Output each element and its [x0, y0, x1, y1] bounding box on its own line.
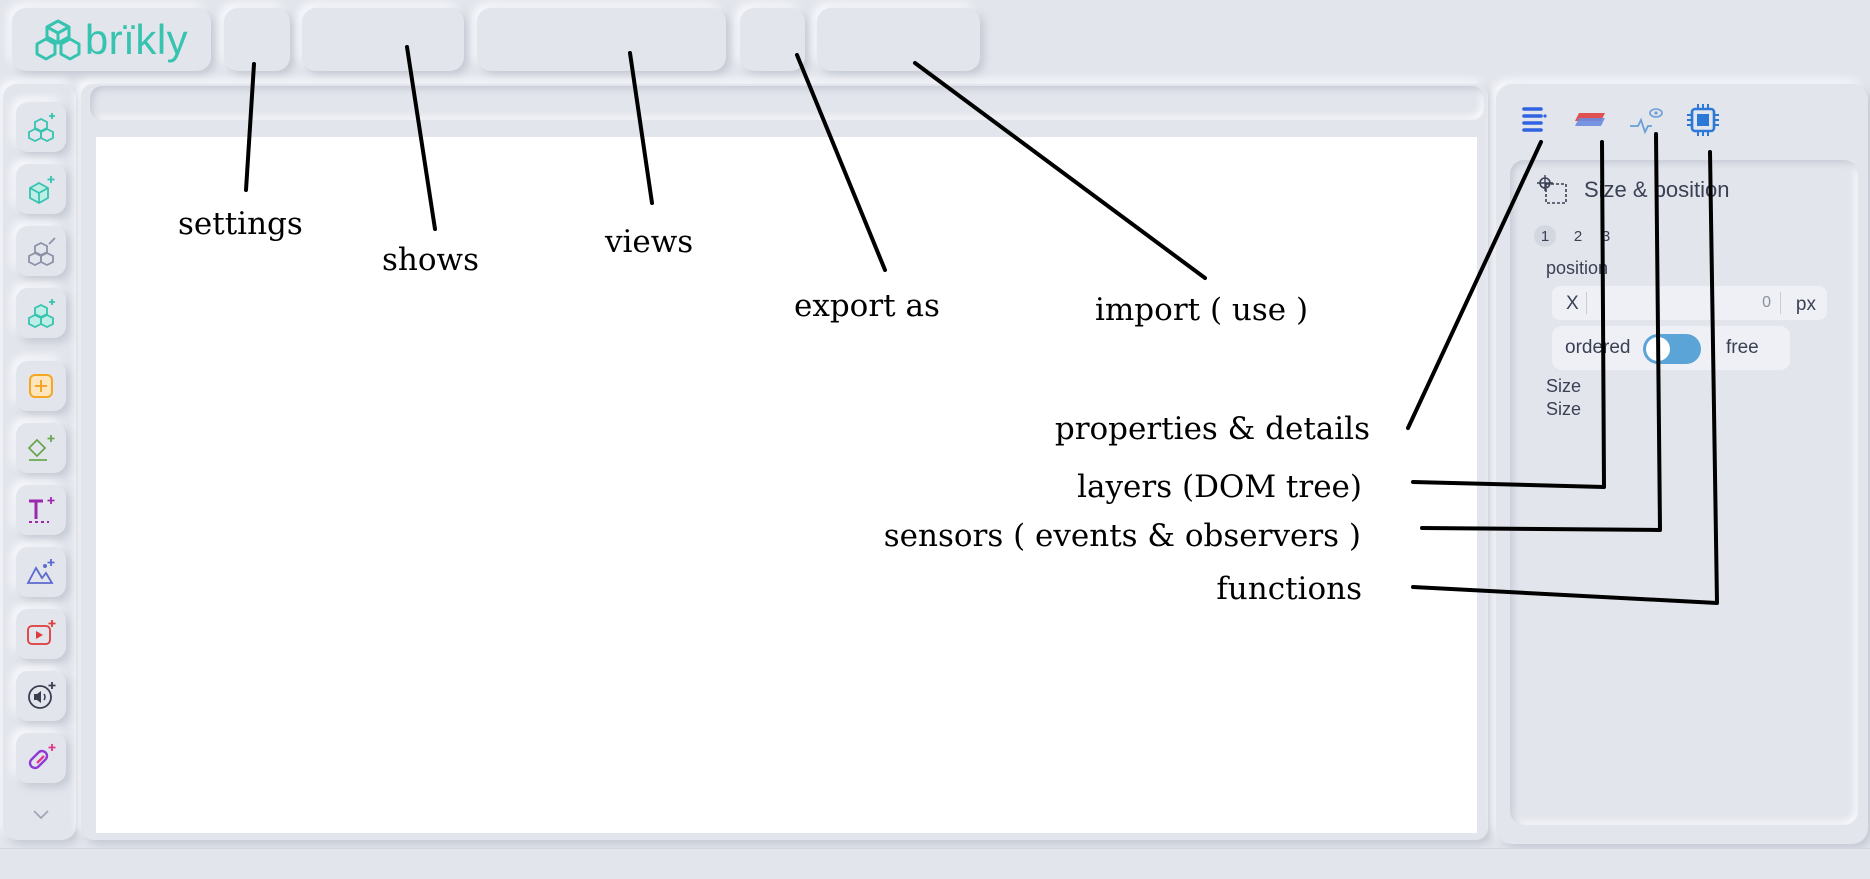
annotation-lines — [244, 45, 1719, 605]
annotation-settings: settings — [178, 206, 303, 242]
status-bar — [0, 848, 1870, 879]
views-pointer-line — [628, 51, 654, 205]
annotation-functions: functions — [1216, 571, 1362, 607]
annotation-shows: shows — [382, 242, 479, 278]
properties-pointer-line — [1406, 140, 1543, 430]
annotation-export: export as — [794, 288, 940, 324]
annotation-properties: properties & details — [1054, 411, 1370, 447]
functions-pointer-line — [1411, 150, 1719, 605]
annotation-import: import ( use ) — [1095, 292, 1309, 328]
annotation-views: views — [605, 224, 694, 260]
export-pointer-line — [795, 53, 887, 272]
import-pointer-line — [913, 61, 1207, 280]
shows-pointer-line — [405, 45, 437, 231]
layers-pointer-line — [1411, 140, 1606, 489]
annotation-sensors: sensors ( events & observers ) — [883, 518, 1361, 554]
sensors-pointer-line — [1420, 132, 1662, 532]
settings-pointer-line — [244, 62, 256, 192]
annotation-layers: layers (DOM tree) — [1077, 469, 1362, 505]
